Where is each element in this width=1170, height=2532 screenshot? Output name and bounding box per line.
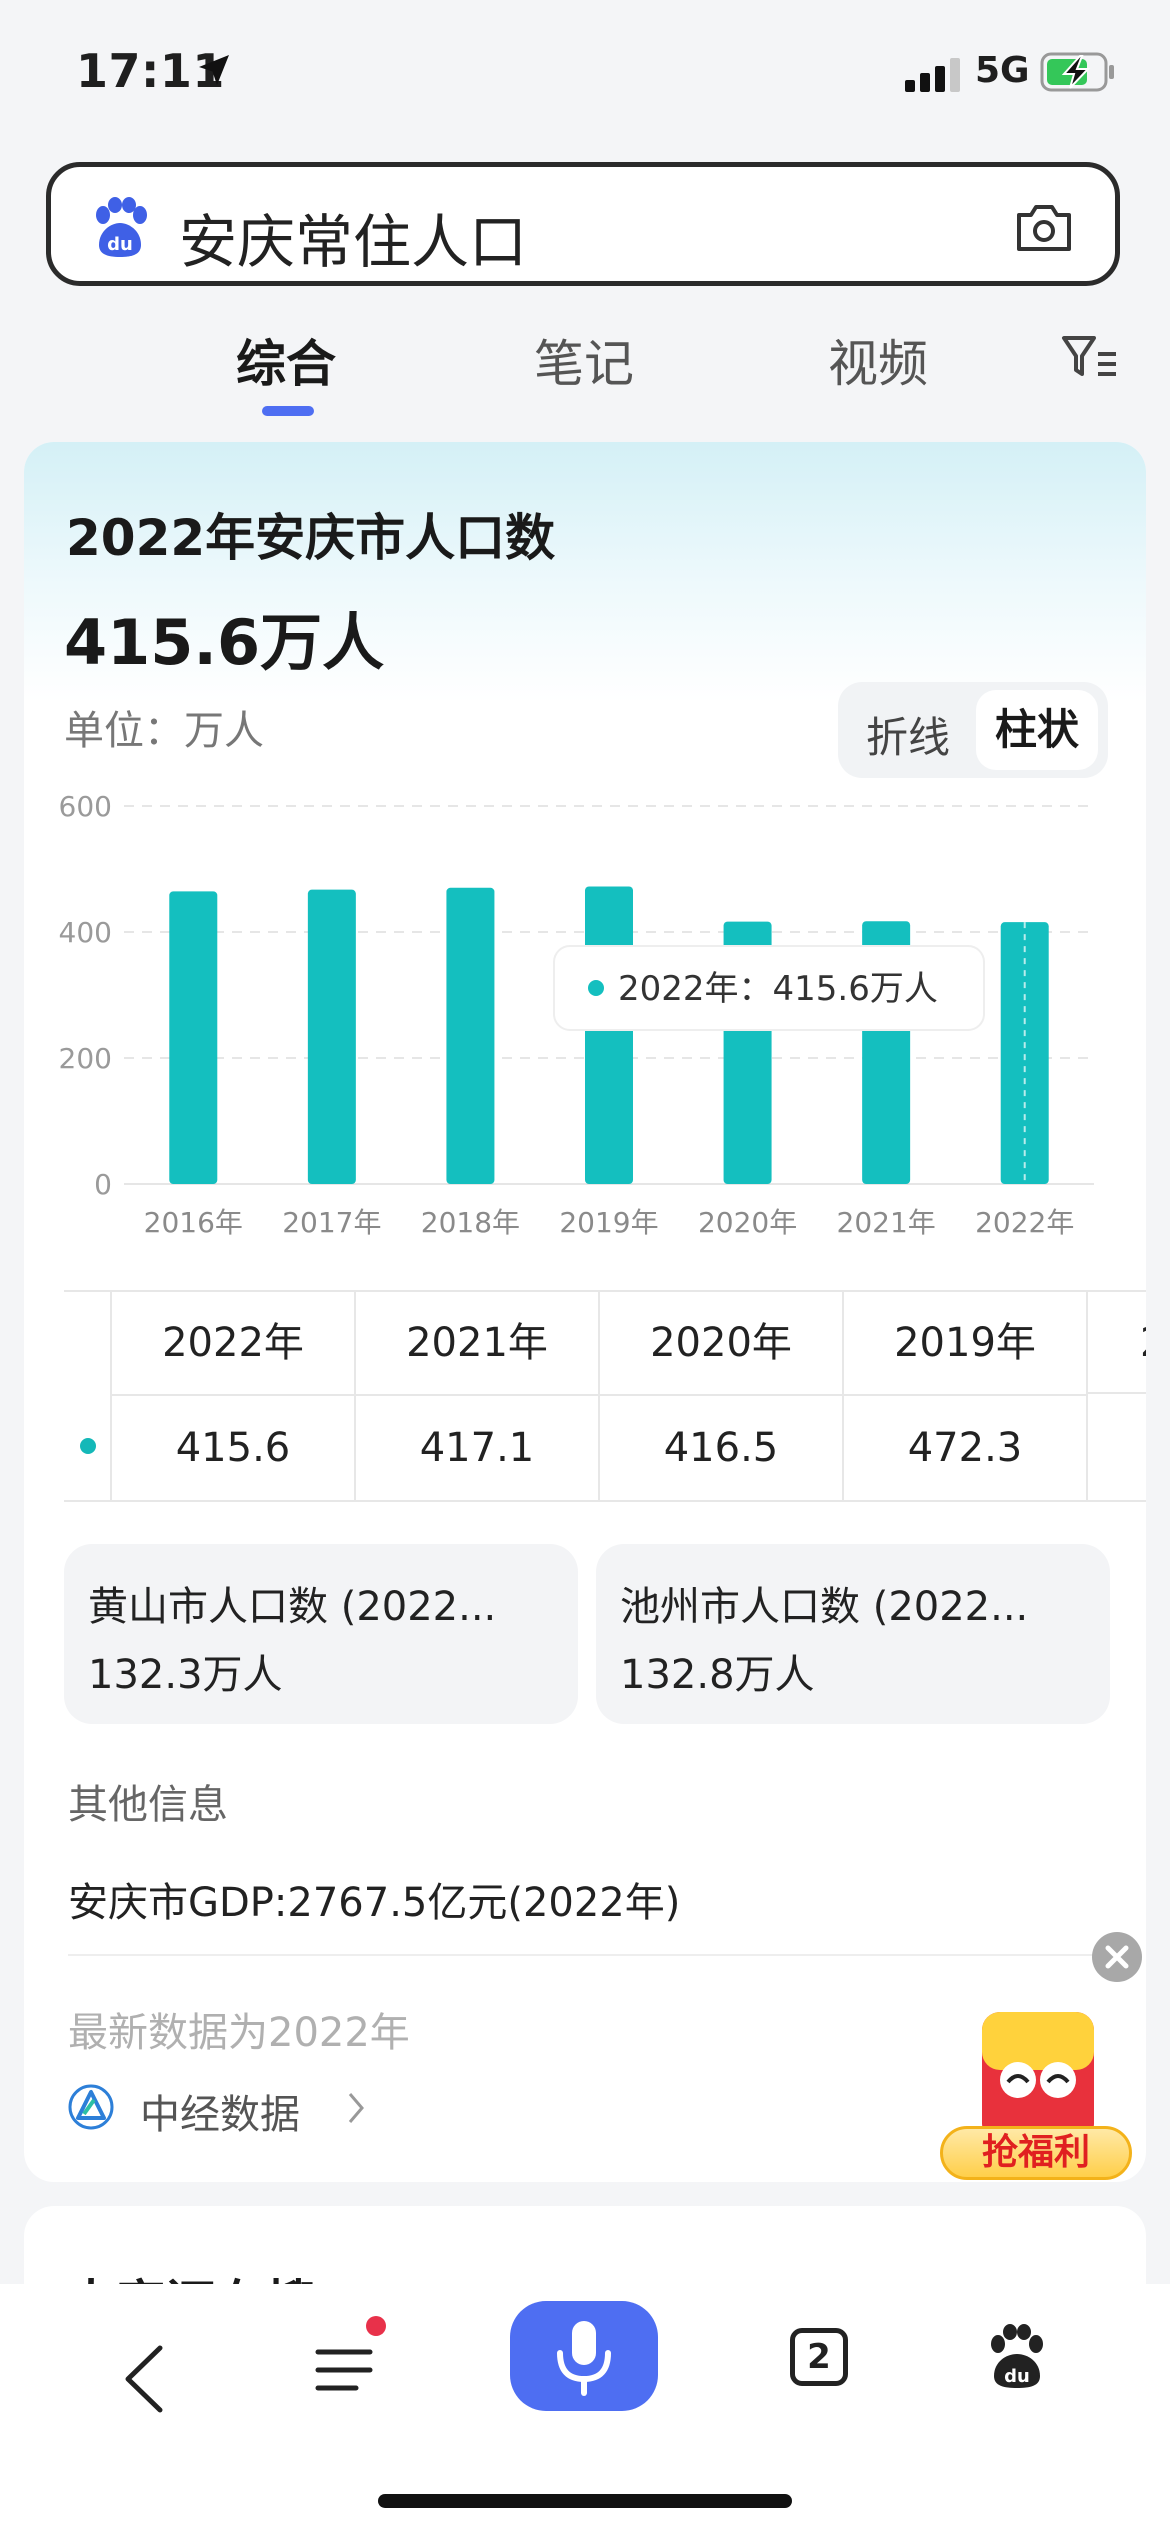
latest-data-note: 最新数据为2022年 — [68, 2010, 410, 2056]
series-dot — [80, 1438, 96, 1454]
y-tick-label: 400 — [59, 916, 112, 949]
table-year-header: 2019年 — [844, 1292, 1086, 1396]
table-column: 2020年 416.5 — [598, 1292, 842, 1500]
table-year-header: 2022年 — [112, 1292, 354, 1396]
table-value-cell: 415.6 — [175, 1425, 291, 1471]
result-tabs: 综合 笔记 视频 — [0, 310, 1170, 420]
chart-tooltip: 2022年：415.6万人 — [553, 945, 985, 1031]
population-bar-chart: 0 200 400 600 2016年 2017年 2018年 2019年 2020年 2021年… — [59, 790, 1094, 1239]
toggle-bar[interactable]: 柱状 — [976, 690, 1098, 770]
table-year-header: 2 — [1088, 1292, 1146, 1394]
chart-type-toggle: 折线 柱状 — [838, 682, 1108, 778]
bar — [169, 891, 218, 1184]
tooltip-dot — [588, 980, 604, 996]
card-value-text: 415.6万人 — [64, 606, 385, 679]
bar — [585, 886, 633, 1184]
location-arrow-icon — [199, 55, 229, 85]
baidu-home-icon[interactable]: du — [986, 2324, 1048, 2390]
related-name: 黄山市人口数 (2022... — [88, 1584, 497, 1630]
table-column: 2022年 415.6 — [110, 1292, 354, 1500]
tooltip-text: 2022年：415.6万人 — [618, 969, 938, 1009]
table-column: 2019年 472.3 — [842, 1292, 1086, 1500]
table-year-header: 2020年 — [600, 1292, 842, 1396]
filter-icon[interactable] — [1060, 332, 1118, 382]
table-column: 2021年 417.1 — [354, 1292, 598, 1500]
gdp-info[interactable]: 安庆市GDP:2767.5亿元(2022年) — [68, 1870, 680, 1928]
y-tick-label: 600 — [59, 790, 112, 823]
data-table: 2022年 415.6 2021年 417.1 2020年 416.5 2019年 472.3… — [64, 1290, 1146, 1502]
table-year-header: 2021年 — [356, 1292, 598, 1396]
home-indicator — [378, 2494, 792, 2508]
population-card: 2022年安庆市人口数 415.6万人 单位：万人 折线 柱状 0 200 400 6… — [24, 442, 1146, 2182]
x-tick-label: 2016年 — [144, 1206, 243, 1239]
x-tick-label: 2018年 — [421, 1206, 520, 1239]
battery-charging-icon — [1040, 52, 1114, 92]
notification-dot — [366, 2316, 386, 2336]
active-tab-indicator — [262, 406, 314, 416]
svg-text:du: du — [1004, 2366, 1030, 2387]
related-value: 132.8万人 — [620, 1652, 815, 1698]
bar — [446, 887, 495, 1184]
y-tick-label: 0 — [94, 1168, 112, 1201]
network-type: 5G — [975, 50, 1030, 91]
status-bar: 17:11 5G — [0, 0, 1170, 150]
camera-icon[interactable] — [1013, 197, 1075, 257]
voice-search-button[interactable] — [510, 2301, 658, 2411]
bottom-toolbar: 2 du — [0, 2284, 1170, 2532]
cellular-signal-icon — [905, 58, 960, 92]
related-value: 132.3万人 — [88, 1652, 283, 1698]
promo-redpacket[interactable]: 抢福利 — [938, 2006, 1138, 2186]
card-title: 2022年安庆市人口数 — [66, 509, 556, 567]
x-tick-label: 2019年 — [559, 1206, 658, 1239]
tab-notes[interactable]: 笔记 — [534, 324, 634, 396]
table-value-cell: 472.3 — [907, 1425, 1023, 1471]
tab-videos[interactable]: 视频 — [828, 324, 928, 396]
tab-comprehensive[interactable]: 综合 — [236, 324, 336, 396]
divider — [68, 1954, 1116, 1956]
search-box[interactable]: du 安庆常住人口 — [46, 162, 1120, 286]
unit-label: 单位：万人 — [64, 708, 264, 754]
svg-text:du: du — [107, 234, 133, 255]
y-tick-label: 200 — [59, 1042, 112, 1075]
x-tick-label: 2017年 — [282, 1206, 381, 1239]
x-tick-label: 2021年 — [837, 1206, 936, 1239]
microphone-icon — [557, 2321, 611, 2396]
baidu-paw-logo-icon: du — [96, 197, 147, 257]
search-query[interactable]: 安庆常住人口 — [179, 195, 527, 279]
card-value: 415.6万人 — [64, 592, 385, 684]
x-tick-label: 2022年 — [975, 1206, 1074, 1239]
back-icon[interactable] — [122, 2344, 166, 2414]
source-name: 中经数据 — [140, 2092, 300, 2138]
x-tick-label: 2020年 — [698, 1206, 797, 1239]
related-chizhou[interactable]: 池州市人口数 (2022... 132.8万人 — [596, 1544, 1110, 1724]
promo-label: 抢福利 — [940, 2126, 1132, 2180]
table-value-cell — [1088, 1396, 1146, 1500]
tabs-count-button[interactable]: 2 — [790, 2328, 848, 2386]
close-icon — [1105, 1945, 1129, 1969]
bar — [307, 889, 356, 1184]
promo-close-button[interactable] — [1092, 1932, 1142, 1982]
table-value-cell: 416.5 — [663, 1425, 779, 1471]
table-column: 2 — [1086, 1292, 1146, 1500]
other-info-heading: 其他信息 — [68, 1782, 228, 1828]
menu-icon[interactable] — [314, 2312, 386, 2404]
source-logo-icon — [68, 2084, 114, 2130]
table-value-cell: 417.1 — [419, 1425, 535, 1471]
toggle-line[interactable]: 折线 — [866, 704, 950, 765]
chevron-right-icon — [348, 2093, 364, 2123]
related-name: 池州市人口数 (2022... — [620, 1584, 1029, 1630]
related-huangshan[interactable]: 黄山市人口数 (2022... 132.3万人 — [64, 1544, 578, 1724]
red-envelope-icon — [982, 2012, 1094, 2142]
